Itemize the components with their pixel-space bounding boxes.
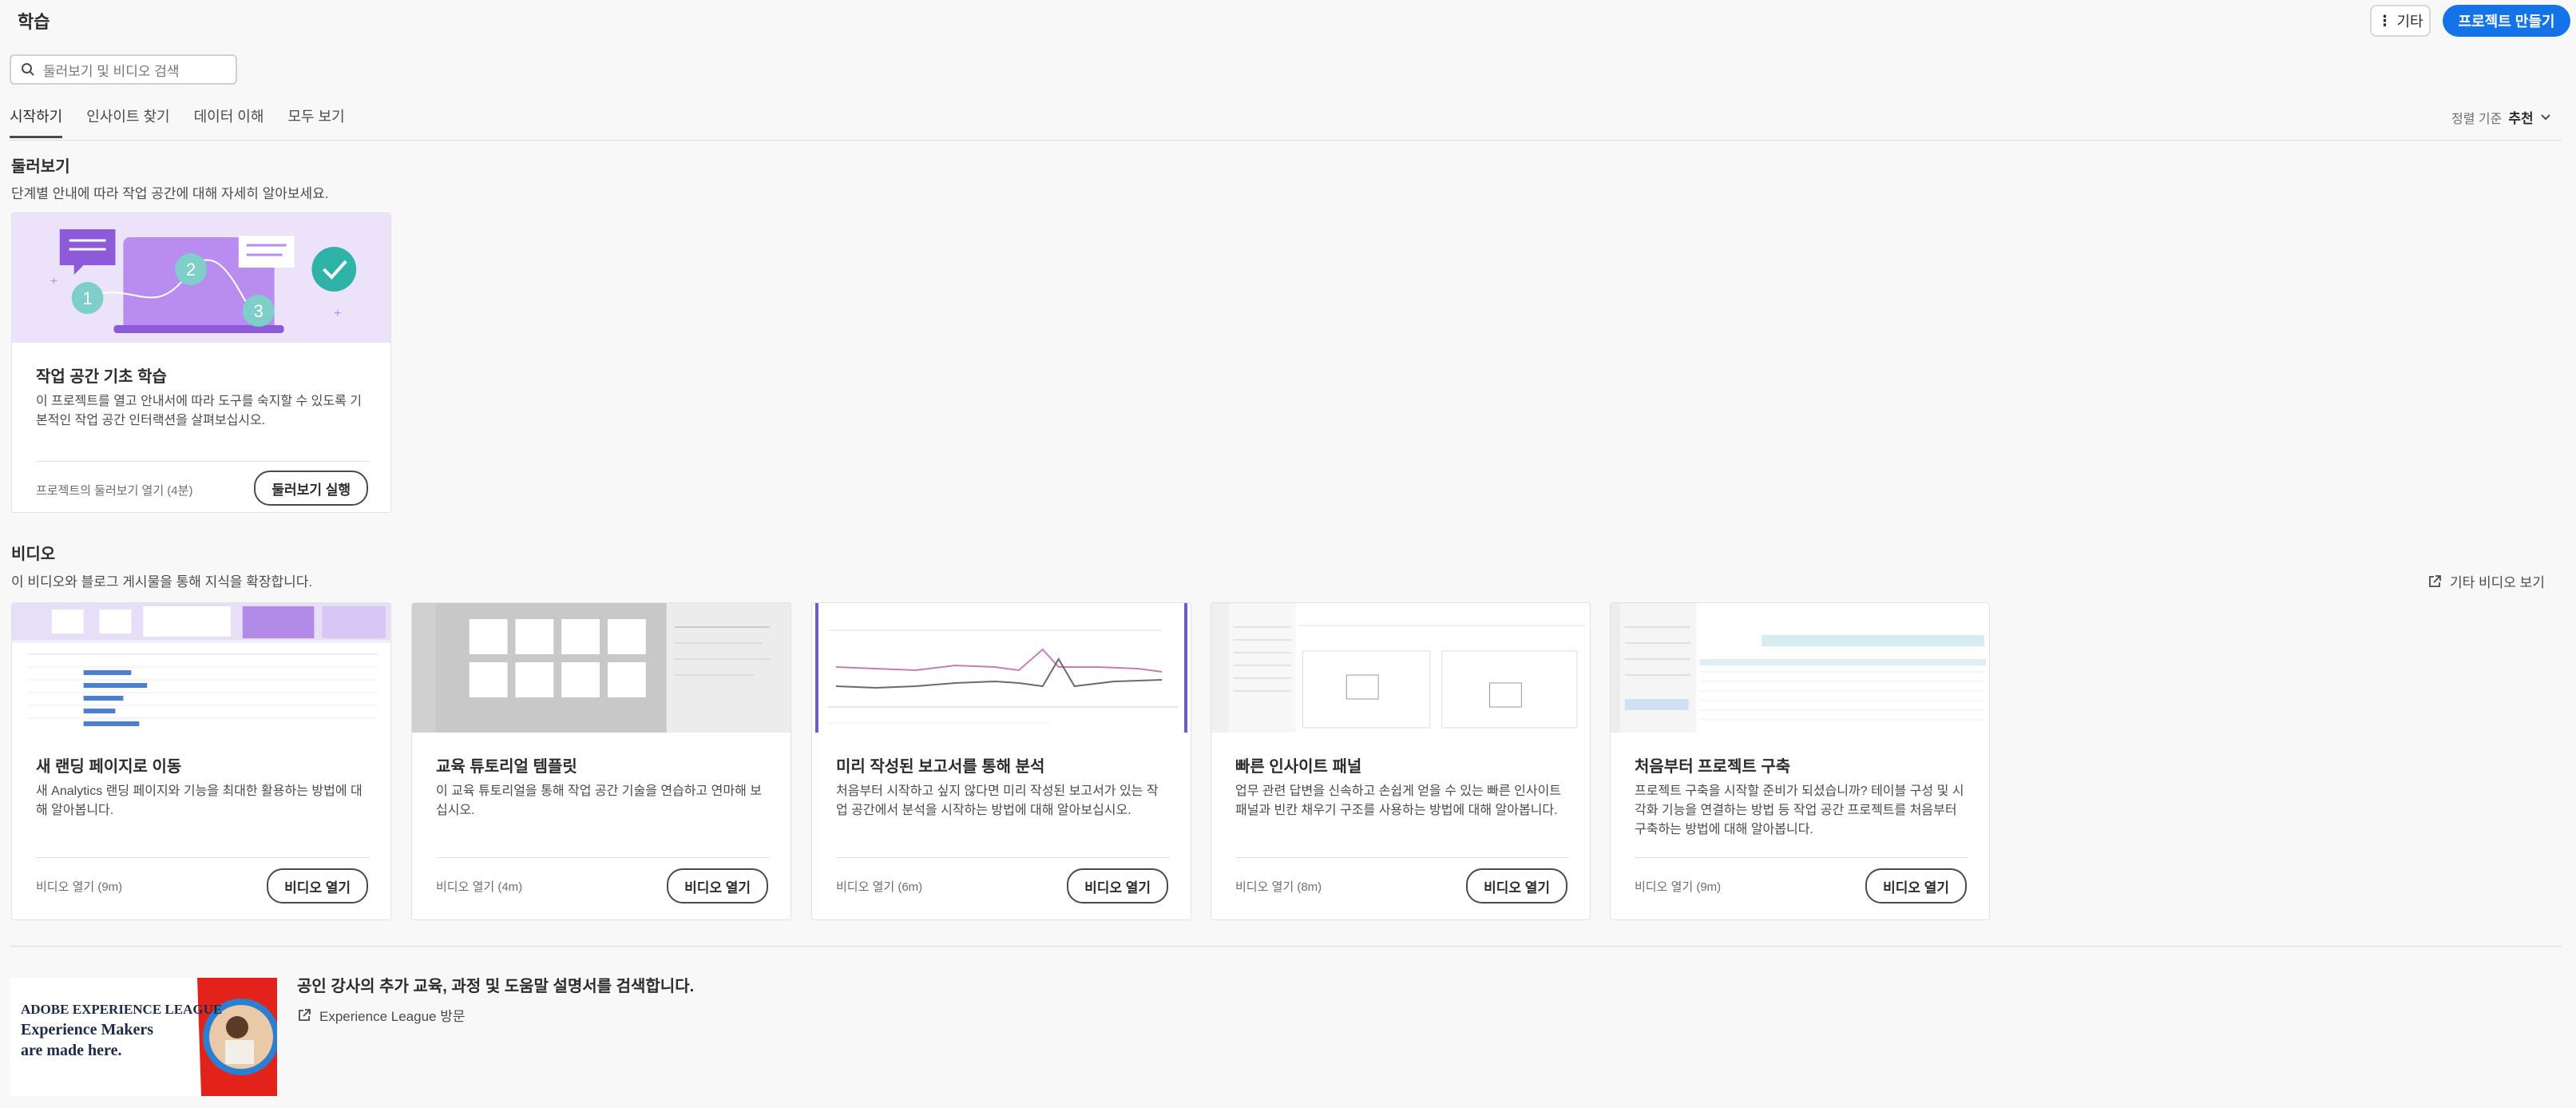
video-card-title: 처음부터 프로젝트 구축	[1635, 758, 1791, 776]
tour-card-desc: 이 프로젝트를 열고 안내서에 따라 도구를 숙지할 수 있도록 기본적인 작업…	[36, 395, 363, 427]
video-card-divider	[1235, 857, 1569, 858]
videos-heading: 비디오	[11, 546, 56, 563]
video-card-title: 빠른 인사이트 패널	[1235, 758, 1362, 776]
page-title: 학습	[18, 12, 50, 32]
promo-title: 공인 강사의 추가 교육, 과정 및 도움말 설명서를 검색합니다.	[297, 978, 695, 995]
video-thumbnail	[412, 603, 791, 733]
tab-bar: 시작하기 인사이트 찾기 데이터 이해 모두 보기	[10, 105, 345, 138]
video-card-meta: 비디오 열기 (8m)	[1235, 880, 1322, 894]
banner-line2: Experience Makers	[21, 1021, 154, 1039]
banner-line1: ADOBE EXPERIENCE LEAGUE	[21, 1002, 223, 1017]
video-thumbnail	[1611, 603, 1989, 733]
video-thumbnail	[12, 603, 390, 733]
video-card-divider	[436, 857, 770, 858]
search-field[interactable]: 둘러보기 및 비디오 검색	[10, 54, 237, 85]
tours-subheading: 단계별 안내에 따라 작업 공간에 대해 자세히 알아보세요.	[11, 186, 329, 201]
video-card-divider	[1635, 857, 1968, 858]
external-link-icon	[2429, 574, 2441, 587]
chevron-down-icon	[2540, 113, 2550, 120]
video-card[interactable]: 미리 작성된 보고서를 통해 분석 처음부터 시작하고 싶지 않다면 미리 작성…	[811, 602, 1191, 920]
open-video-button[interactable]: 비디오 열기	[1466, 868, 1567, 903]
create-project-button[interactable]: 프로젝트 만들기	[2443, 5, 2570, 37]
more-label: 기타	[2396, 14, 2423, 30]
tour-card-divider	[36, 461, 370, 462]
external-link-icon	[299, 1008, 311, 1021]
video-card-meta: 비디오 열기 (9m)	[36, 880, 123, 894]
video-card-desc: 프로젝트 구축을 시작할 준비가 되셨습니까? 테이블 구성 및 시각화 기능을…	[1635, 784, 1964, 836]
video-card-title: 미리 작성된 보고서를 통해 분석	[836, 758, 1045, 776]
more-videos-link[interactable]: 기타 비디오 보기	[2427, 571, 2545, 591]
video-thumbnail	[812, 603, 1191, 733]
video-card[interactable]: 처음부터 프로젝트 구축 프로젝트 구축을 시작할 준비가 되셨습니까? 테이블…	[1610, 602, 1990, 920]
more-videos-label: 기타 비디오 보기	[2450, 575, 2545, 590]
run-tour-button[interactable]: 둘러보기 실행	[254, 471, 368, 506]
open-video-button[interactable]: 비디오 열기	[1865, 868, 1967, 903]
videos-subheading: 이 비디오와 블로그 게시물을 통해 지식을 확장합니다.	[11, 574, 313, 590]
tab-divider	[10, 140, 2562, 141]
video-card-desc: 새 Analytics 랜딩 페이지와 기능을 최대한 활용하는 방법에 대해 …	[36, 784, 363, 817]
svg-text:1: 1	[83, 288, 93, 308]
sort-label: 정렬 기준	[2451, 112, 2503, 126]
tours-heading: 둘러보기	[11, 158, 70, 176]
open-video-button[interactable]: 비디오 열기	[1067, 868, 1168, 903]
video-card-desc: 처음부터 시작하고 싶지 않다면 미리 작성된 보고서가 있는 작업 공간에서 …	[836, 784, 1159, 817]
svg-text:+: +	[334, 307, 341, 320]
video-card-divider	[36, 857, 370, 858]
tour-card-title: 작업 공간 기초 학습	[36, 368, 167, 386]
video-card[interactable]: 새 랜딩 페이지로 이동 새 Analytics 랜딩 페이지와 기능을 최대한…	[11, 602, 391, 920]
video-thumbnail	[1211, 603, 1590, 733]
svg-text:2: 2	[186, 260, 196, 280]
video-card[interactable]: 교육 튜토리얼 템플릿 이 교육 튜토리얼을 통해 작업 공간 기술을 연습하고…	[411, 602, 791, 920]
tour-card-meta: 프로젝트의 둘러보기 열기 (4분)	[36, 484, 193, 498]
video-card-desc: 이 교육 튜토리얼을 통해 작업 공간 기술을 연습하고 연마해 보십시오.	[436, 784, 763, 817]
video-card-title: 교육 튜토리얼 템플릿	[436, 758, 577, 776]
video-card-meta: 비디오 열기 (9m)	[1635, 880, 1722, 894]
tab-understand-data[interactable]: 데이터 이해	[194, 105, 264, 138]
video-card-divider	[836, 857, 1170, 858]
more-icon: ⋮	[2377, 12, 2392, 29]
sort-dropdown[interactable]: 정렬 기준 추천	[2451, 107, 2551, 127]
experience-league-banner[interactable]: ADOBE EXPERIENCE LEAGUE Experience Maker…	[10, 978, 277, 1096]
search-icon	[22, 63, 34, 76]
tour-illustration: 1 2 3 + +	[12, 213, 390, 343]
banner-line3: are made here.	[21, 1042, 122, 1059]
video-card-desc: 업무 관련 답변을 신속하고 손쉽게 얻을 수 있는 빠른 인사이트 패널과 빈…	[1235, 784, 1562, 817]
video-card-meta: 비디오 열기 (6m)	[836, 880, 923, 894]
video-card[interactable]: 빠른 인사이트 패널 업무 관련 답변을 신속하고 손쉽게 얻을 수 있는 빠른…	[1211, 602, 1591, 920]
tab-view-all[interactable]: 모두 보기	[287, 105, 344, 138]
video-card-title: 새 랜딩 페이지로 이동	[36, 758, 182, 776]
sort-value: 추천	[2508, 111, 2534, 126]
tab-find-insights[interactable]: 인사이트 찾기	[86, 105, 169, 138]
tour-card[interactable]: 1 2 3 + + 작업 공간 기초 학습 이 프로젝트를 열고 안내서에 따라…	[11, 212, 391, 513]
svg-text:+: +	[50, 275, 57, 288]
open-video-button[interactable]: 비디오 열기	[667, 868, 768, 903]
experience-league-link[interactable]: Experience League 방문	[297, 1005, 466, 1025]
svg-text:3: 3	[254, 301, 264, 321]
video-card-meta: 비디오 열기 (4m)	[436, 880, 523, 894]
section-divider	[10, 946, 2562, 947]
open-video-button[interactable]: 비디오 열기	[267, 868, 368, 903]
search-input[interactable]: 둘러보기 및 비디오 검색	[43, 60, 180, 80]
experience-league-label: Experience League 방문	[319, 1009, 466, 1024]
tab-get-started[interactable]: 시작하기	[10, 105, 63, 138]
more-button[interactable]: ⋮ 기타	[2370, 5, 2431, 37]
